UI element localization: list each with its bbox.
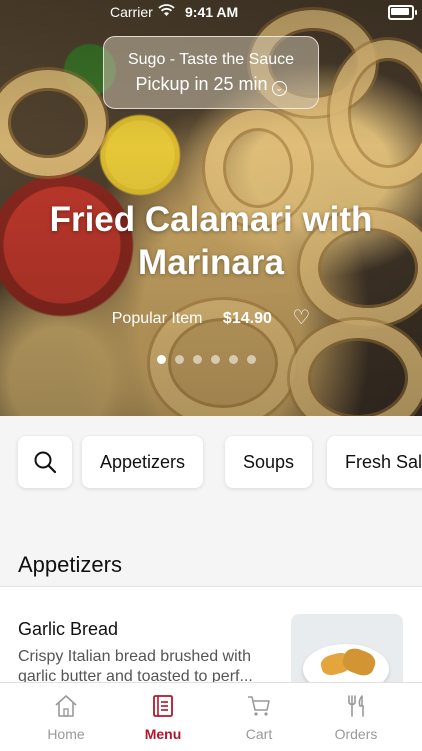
heart-icon[interactable]: ♡ bbox=[292, 307, 310, 329]
popular-tag: Popular Item bbox=[111, 310, 203, 327]
tab-home[interactable]: Home bbox=[20, 683, 112, 751]
tab-bar: Home Menu Cart Orders bbox=[0, 682, 422, 751]
featured-item-meta: Popular Item $14.90 ♡ bbox=[0, 304, 422, 329]
menu-item-photo bbox=[291, 614, 403, 682]
tab-label: Home bbox=[47, 726, 85, 742]
section-header: Appetizers bbox=[0, 512, 422, 587]
category-bar: Appetizers Soups Fresh Sal bbox=[0, 416, 422, 512]
tab-cart[interactable]: Cart bbox=[213, 683, 305, 751]
tab-menu[interactable]: Menu bbox=[117, 683, 209, 751]
tab-label: Menu bbox=[144, 726, 182, 742]
menu-item-description: Crispy Italian bread brushed with garlic… bbox=[18, 648, 253, 682]
menu-icon bbox=[117, 693, 209, 719]
hero-image[interactable]: Carrier 9:41 AM Sugo - Taste the Sauce P… bbox=[0, 0, 422, 416]
wifi-icon bbox=[158, 4, 175, 20]
status-bar: Carrier 9:41 AM bbox=[0, 0, 422, 24]
clock: 9:41 AM bbox=[185, 4, 239, 20]
carousel-dot[interactable] bbox=[193, 355, 202, 364]
carousel-dot[interactable] bbox=[229, 355, 238, 364]
category-chip-fresh-salads[interactable]: Fresh Sal bbox=[327, 436, 422, 488]
tab-label: Orders bbox=[334, 726, 378, 742]
pickup-time: Pickup in 25 min bbox=[135, 74, 268, 94]
battery-icon bbox=[388, 5, 417, 20]
restaurant-name: Sugo - Taste the Sauce bbox=[127, 51, 295, 68]
tab-orders[interactable]: Orders bbox=[310, 683, 402, 751]
cart-icon bbox=[213, 693, 305, 719]
category-chip-appetizers[interactable]: Appetizers bbox=[82, 436, 204, 488]
menu-item-name: Garlic Bread bbox=[18, 619, 119, 639]
carousel-dot[interactable] bbox=[247, 355, 256, 364]
carousel-dot[interactable] bbox=[175, 355, 184, 364]
section-title: Appetizers bbox=[18, 552, 122, 577]
menu-item[interactable]: Garlic Bread Crispy Italian bread brushe… bbox=[0, 587, 422, 682]
search-button[interactable] bbox=[18, 436, 72, 488]
carrier-label: Carrier bbox=[110, 4, 153, 20]
home-icon bbox=[20, 693, 112, 719]
featured-price: $14.90 bbox=[222, 310, 272, 327]
carousel-dot[interactable] bbox=[211, 355, 220, 364]
orders-icon bbox=[310, 693, 402, 719]
carousel-dots bbox=[157, 351, 265, 369]
category-chip-soups[interactable]: Soups bbox=[225, 436, 313, 488]
carousel-dot[interactable] bbox=[157, 355, 166, 364]
featured-item-title: Fried Calamari with Marinara bbox=[49, 200, 373, 282]
chevron-down-icon: ⌄ bbox=[271, 81, 287, 96]
tab-label: Cart bbox=[245, 726, 273, 742]
pickup-selector[interactable]: Sugo - Taste the Sauce Pickup in 25 min ⌄ bbox=[103, 36, 319, 109]
search-icon bbox=[34, 451, 57, 474]
